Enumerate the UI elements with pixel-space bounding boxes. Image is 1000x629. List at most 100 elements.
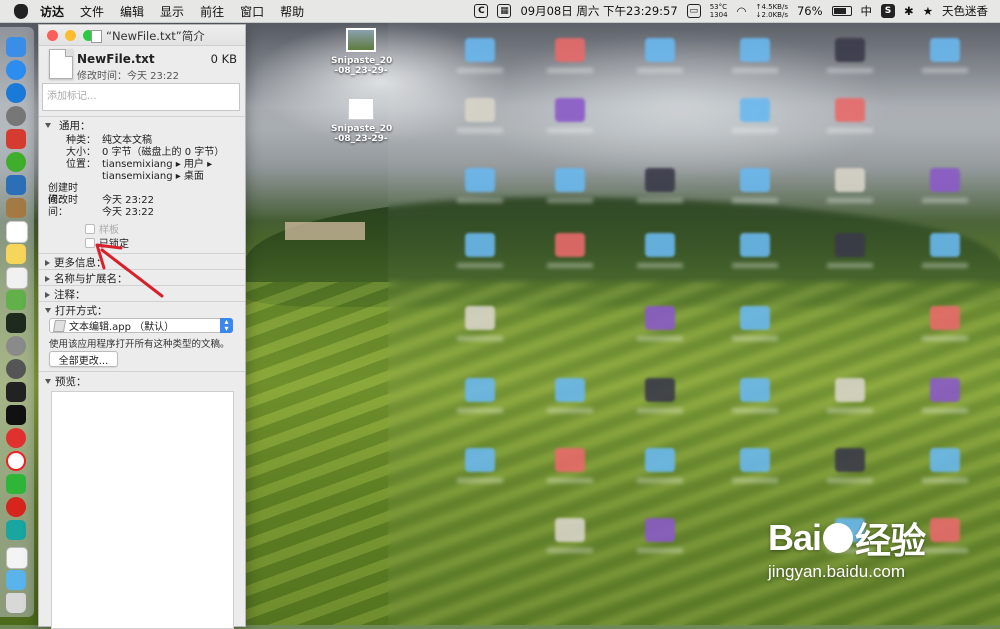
stickies-icon[interactable]	[6, 244, 26, 264]
divider	[39, 301, 245, 302]
safari-icon[interactable]	[6, 83, 26, 103]
blurred-icon-label	[732, 478, 778, 483]
c-app-icon[interactable]: C	[474, 4, 489, 18]
input-method[interactable]: 中	[861, 3, 873, 19]
disclosure-right-icon[interactable]	[45, 291, 50, 298]
wechat-icon[interactable]	[6, 474, 26, 494]
blurred-icon-label	[457, 478, 503, 483]
watermark-url: jingyan.baidu.com	[768, 562, 906, 581]
blurred-desktop-icon	[645, 306, 675, 330]
app-red-icon[interactable]	[6, 129, 26, 149]
section-open-with[interactable]: 打开方式：	[45, 303, 108, 318]
launchpad-icon[interactable]	[6, 106, 26, 126]
yandex-icon[interactable]	[6, 451, 26, 471]
calendar-icon[interactable]	[6, 221, 28, 243]
terminal-icon[interactable]	[6, 405, 26, 425]
menu-window[interactable]: 窗口	[240, 3, 264, 20]
section-name-extension[interactable]: 名称与扩展名：	[45, 271, 128, 286]
blurred-icon-label	[922, 68, 968, 73]
blurred-icon-label	[827, 128, 873, 133]
desktop-file[interactable]: Snipaste_20 -08_23-29-	[331, 28, 392, 76]
battery-icon[interactable]	[831, 6, 852, 16]
network-speed[interactable]: ↑4.5KB/s ↓2.0KB/s	[756, 3, 788, 19]
notes-brown-icon[interactable]	[6, 198, 26, 218]
tags-field[interactable]: 添加标记...	[42, 83, 240, 111]
desktop-file[interactable]: Snipaste_20 -08_23-29-	[331, 98, 392, 144]
stats-temp-cpu[interactable]: 53°C 1304	[710, 3, 728, 19]
wifi-icon[interactable]: ◠	[737, 4, 747, 18]
locked-checkbox-row[interactable]: 已锁定	[85, 235, 129, 250]
s-app-icon[interactable]: S	[881, 4, 896, 18]
blurred-desktop-icon	[930, 306, 960, 330]
blurred-desktop-icon	[645, 168, 675, 192]
stationery-checkbox-row[interactable]: 样板	[85, 221, 119, 236]
disclosure-down-icon[interactable]	[45, 379, 51, 384]
folder-icon[interactable]	[6, 570, 26, 590]
disk-utility-icon[interactable]	[6, 359, 26, 379]
blurred-desktop-icon	[465, 378, 495, 402]
preview-icon[interactable]	[6, 175, 26, 195]
app-teal-icon[interactable]	[6, 520, 26, 540]
menu-app-name[interactable]: 访达	[40, 3, 64, 20]
stationery-checkbox[interactable]	[85, 223, 95, 234]
textedit-icon[interactable]	[6, 267, 28, 289]
finder-icon[interactable]	[6, 37, 26, 57]
blurred-icon-label	[457, 263, 503, 268]
blurred-desktop-icon	[465, 98, 495, 122]
window-titlebar[interactable]: “NewFile.txt”简介	[39, 25, 245, 46]
blurred-icon-label	[637, 548, 683, 553]
blurred-icon-label	[827, 198, 873, 203]
blurred-desktop-icon	[835, 38, 865, 62]
blurred-desktop-icon	[555, 38, 585, 62]
change-all-button[interactable]: 全部更改...	[49, 351, 118, 367]
ime-indicator-icon[interactable]: ▭	[686, 4, 701, 18]
apple-menu-icon[interactable]	[14, 3, 28, 19]
minimize-button[interactable]	[65, 29, 76, 41]
disclosure-down-icon[interactable]	[45, 123, 51, 128]
menu-file[interactable]: 文件	[80, 3, 104, 20]
section-more-info[interactable]: 更多信息：	[45, 255, 107, 270]
locked-checkbox[interactable]	[85, 237, 95, 248]
open-with-select[interactable]: 文本编辑.app （默认） ▴ ▾	[49, 318, 233, 333]
document-icon[interactable]	[6, 547, 28, 569]
clock-datetime[interactable]: 09月08日 周六 下午23:29:57	[520, 3, 677, 19]
maps-icon[interactable]	[6, 290, 26, 310]
disclosure-down-icon[interactable]	[45, 308, 51, 313]
bluetooth-icon[interactable]: ✱	[904, 4, 914, 18]
system-preferences-icon[interactable]	[6, 336, 26, 356]
star-icon[interactable]: ★	[923, 4, 933, 18]
calendar-grid-icon[interactable]: ▦	[497, 4, 512, 18]
menu-view[interactable]: 显示	[160, 3, 184, 20]
blurred-icon-label	[547, 548, 593, 553]
blurred-icon-label	[922, 548, 968, 553]
select-stepper-icon: ▴ ▾	[220, 318, 233, 333]
close-button[interactable]	[47, 29, 58, 41]
menu-edit[interactable]: 编辑	[120, 3, 144, 20]
blurred-icon-label	[922, 198, 968, 203]
disclosure-right-icon[interactable]	[45, 259, 50, 266]
disclosure-right-icon[interactable]	[45, 275, 50, 282]
section-preview[interactable]: 预览：	[45, 374, 87, 389]
user-name[interactable]: 天色迷香	[942, 3, 988, 19]
trash-icon[interactable]	[6, 593, 26, 613]
android-icon[interactable]	[6, 152, 26, 172]
where-row: 位置： tiansemixiang ▸ 用户 ▸	[66, 159, 213, 170]
netease-music-icon[interactable]	[6, 497, 26, 517]
app-store-icon[interactable]	[6, 60, 26, 80]
terminal-green-icon[interactable]	[6, 313, 26, 333]
blurred-icon-label	[827, 408, 873, 413]
section-general[interactable]: 通用：	[45, 118, 91, 133]
blurred-desktop-icon	[555, 98, 585, 122]
blurred-desktop-icon	[930, 233, 960, 257]
blurred-desktop-icon	[645, 378, 675, 402]
get-info-window: “NewFile.txt”简介 NewFile.txt 0 KB 修改时间：今天…	[38, 24, 246, 629]
blurred-icon-label	[547, 263, 593, 268]
activity-monitor-icon[interactable]	[6, 382, 26, 402]
kind-row: 种类： 纯文本文稿	[66, 135, 152, 146]
menu-help[interactable]: 帮助	[280, 3, 304, 20]
battery-percent[interactable]: 76%	[797, 4, 823, 18]
vivaldi-icon[interactable]	[6, 428, 26, 448]
file-header: NewFile.txt 0 KB 修改时间：今天 23:22	[47, 49, 239, 83]
menu-go[interactable]: 前往	[200, 3, 224, 20]
section-comments[interactable]: 注释：	[45, 287, 86, 302]
